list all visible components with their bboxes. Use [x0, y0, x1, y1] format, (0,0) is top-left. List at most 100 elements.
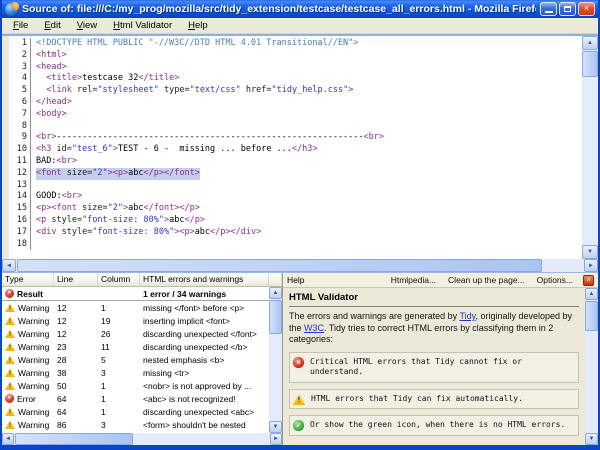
help-vscroll-track[interactable]: [585, 300, 598, 433]
results-column-headers: TypeLineColumnHTML errors and warnings: [2, 273, 282, 287]
source-line: 8: [9, 121, 582, 133]
results-vertical-scrollbar[interactable]: ▲ ▼: [269, 287, 282, 433]
row-message: discarding unexpected <abc>: [140, 407, 269, 417]
row-line: 64: [54, 407, 98, 417]
restore-icon: [564, 6, 571, 12]
line-number: 2: [9, 50, 31, 62]
row-message: <nobr> is not approved by ...: [140, 381, 269, 391]
line-text: <p style="font-size: 80%">abc</p>: [36, 215, 205, 227]
row-message: discarding unexpected </b>: [140, 342, 269, 352]
row-type-label: Error: [17, 394, 36, 404]
results-hscroll-track[interactable]: [14, 433, 270, 445]
row-type: !Warning: [2, 303, 54, 313]
source-vscroll-track[interactable]: [582, 50, 598, 245]
menu-item-file[interactable]: File: [5, 19, 36, 32]
scroll-down-icon[interactable]: ▼: [269, 421, 282, 433]
row-column: 11: [98, 342, 140, 352]
warning-icon: !: [5, 303, 15, 312]
validator-row[interactable]: !Warning383missing <tr>: [2, 366, 269, 379]
row-line: 50: [54, 381, 98, 391]
validator-row[interactable]: !Warning2311discarding unexpected </b>: [2, 340, 269, 353]
row-type-label: Warning: [18, 381, 49, 391]
source-vertical-scrollbar[interactable]: ▲ ▼: [582, 36, 598, 259]
source-horizontal-scrollbar[interactable]: ◄ ►: [2, 259, 598, 272]
help-intro-segment: The errors and warnings are generated by: [289, 311, 459, 321]
source-line: 1<!DOCTYPE HTML PUBLIC "-//W3C//DTD HTML…: [9, 38, 582, 50]
row-type-label: Warning: [18, 342, 49, 352]
restore-button[interactable]: [559, 2, 576, 16]
validator-row[interactable]: ×Error641<abc> is not recognized!: [2, 392, 269, 405]
row-line: 38: [54, 368, 98, 378]
source-line: 16 <p style="font-size: 80%">abc</p>: [9, 215, 582, 227]
scroll-up-icon[interactable]: ▲: [269, 287, 282, 299]
column-header-column[interactable]: Column: [98, 273, 140, 286]
validator-row[interactable]: !Warning285nested emphasis <b>: [2, 353, 269, 366]
column-header-line[interactable]: Line: [54, 273, 98, 286]
help-vertical-scrollbar[interactable]: ▲ ▼: [585, 288, 598, 445]
result-summary-value: 1 error / 34 warnings: [140, 289, 269, 299]
validator-row[interactable]: !Warning501<nobr> is not approved by ...: [2, 379, 269, 392]
scroll-up-icon[interactable]: ▲: [582, 36, 598, 50]
validator-row[interactable]: !Warning1226discarding unexpected </font…: [2, 327, 269, 340]
line-text: <font size="2"><p>abc</p></font>: [36, 168, 200, 180]
results-hscroll-thumb[interactable]: [15, 433, 133, 445]
scroll-right-icon[interactable]: ►: [270, 433, 282, 445]
line-text: <head>: [36, 62, 67, 74]
validator-row[interactable]: !Warning121missing </font> before <p>: [2, 301, 269, 314]
result-summary-row[interactable]: × Result 1 error / 34 warnings: [2, 287, 269, 301]
scroll-right-icon[interactable]: ►: [584, 259, 598, 272]
source-line: 13: [9, 180, 582, 192]
validator-row[interactable]: !Warning641discarding unexpected <abc>: [2, 405, 269, 418]
help-content: HTML Validator The errors and warnings a…: [283, 288, 585, 445]
help-heading: HTML Validator: [289, 290, 579, 307]
results-vscroll-track[interactable]: [269, 299, 282, 421]
source-vscroll-thumb[interactable]: [582, 51, 598, 77]
help-close-button[interactable]: ×: [583, 275, 594, 286]
help-vscroll-thumb[interactable]: [585, 301, 598, 331]
help-button-htmlpedia[interactable]: Htmlpedia...: [391, 275, 436, 285]
error-icon: ×: [5, 289, 14, 298]
help-button-options[interactable]: Options...: [537, 275, 573, 285]
help-category-text: Or show the green icon, when there is no…: [310, 420, 565, 431]
line-text: BAD:<br>: [36, 156, 77, 168]
row-type: !Warning: [2, 355, 54, 365]
validator-row[interactable]: !Warning863<form> shouldn't be nested: [2, 418, 269, 431]
menu-item-edit[interactable]: Edit: [36, 19, 68, 32]
scroll-left-icon[interactable]: ◄: [2, 259, 16, 272]
column-header-type[interactable]: Type: [2, 273, 54, 286]
column-header-html[interactable]: HTML errors and warnings: [140, 273, 269, 286]
row-type: !Warning: [2, 381, 54, 391]
row-column: 1: [98, 381, 140, 391]
source-line: 15<p><font size="2">abc</font></p>: [9, 203, 582, 215]
row-type: !Warning: [2, 329, 54, 339]
line-number: 16: [9, 215, 31, 227]
source-view[interactable]: 1<!DOCTYPE HTML PUBLIC "-//W3C//DTD HTML…: [2, 34, 598, 273]
results-horizontal-scrollbar[interactable]: ◄ ►: [2, 433, 282, 445]
help-intro-text: The errors and warnings are generated by…: [289, 311, 579, 346]
line-number: 11: [9, 156, 31, 168]
scroll-left-icon[interactable]: ◄: [2, 433, 14, 445]
ok-icon: ✓: [293, 420, 304, 431]
link-tidy[interactable]: Tidy: [459, 311, 475, 321]
link-w3c[interactable]: W3C: [304, 323, 324, 333]
scroll-down-icon[interactable]: ▼: [582, 245, 598, 259]
source-line: 4 <title>testcase 32</title>: [9, 73, 582, 85]
scroll-down-icon[interactable]: ▼: [585, 433, 598, 445]
close-button[interactable]: ×: [578, 2, 595, 16]
source-line: 3<head>: [9, 62, 582, 74]
validator-row[interactable]: !Warning1219inserting implicit <font>: [2, 314, 269, 327]
row-type: !Warning: [2, 407, 54, 417]
source-line: 7<body>: [9, 109, 582, 121]
minimize-button[interactable]: [540, 2, 557, 16]
results-vscroll-thumb[interactable]: [269, 300, 282, 334]
scroll-up-icon[interactable]: ▲: [585, 288, 598, 300]
source-line: 14GOOD:<br>: [9, 191, 582, 203]
line-text: <title>testcase 32</title>: [36, 73, 179, 85]
menu-item-help[interactable]: Help: [180, 19, 216, 32]
menu-item-view[interactable]: View: [69, 19, 105, 32]
line-number: 8: [9, 121, 31, 133]
source-hscroll-track[interactable]: [16, 259, 584, 272]
menu-item-html-validator[interactable]: Html Validator: [105, 19, 180, 32]
help-button-clean-up-the-page[interactable]: Clean up the page...: [448, 275, 525, 285]
source-hscroll-thumb[interactable]: [17, 259, 542, 272]
